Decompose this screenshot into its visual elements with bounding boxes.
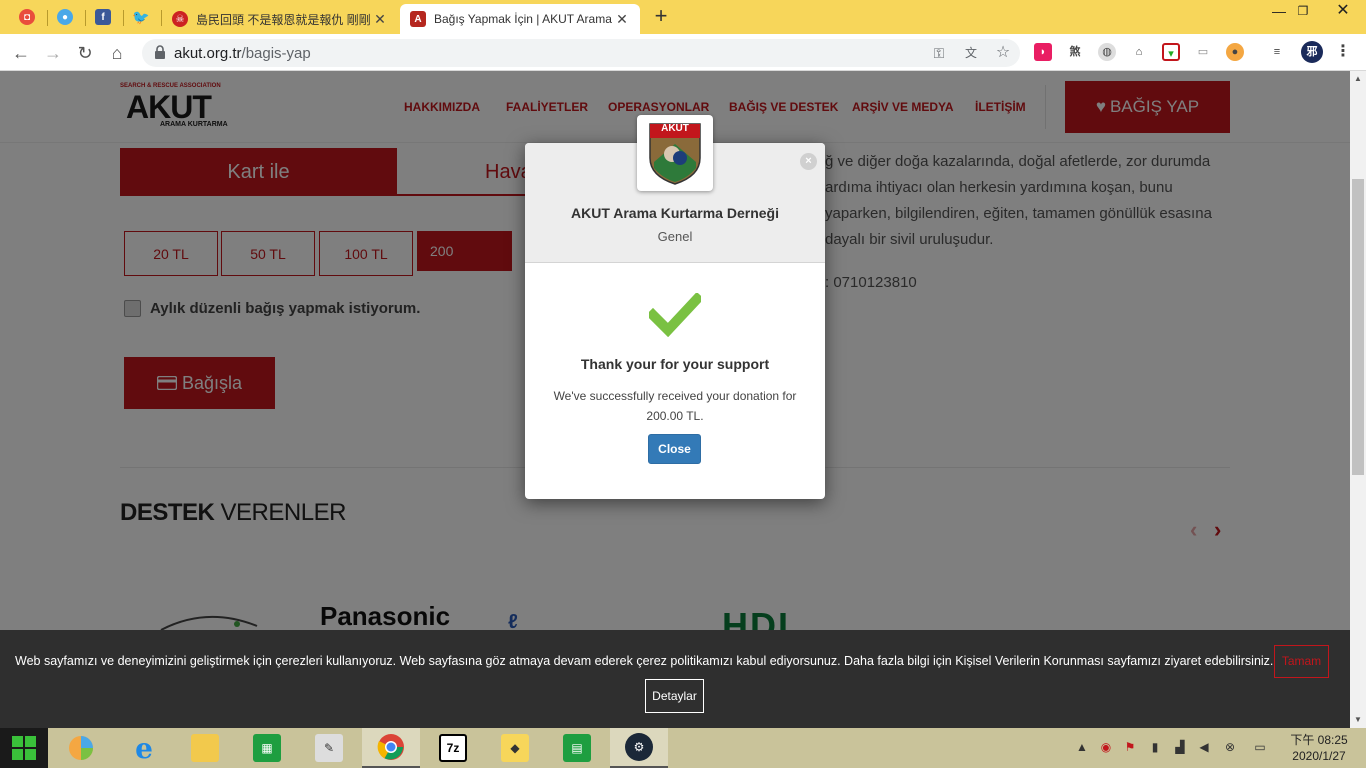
taskbar-app-colorful[interactable] (52, 728, 110, 768)
media-icon[interactable]: ≡ (1268, 43, 1286, 61)
building-icon[interactable]: ⌂ (1130, 43, 1148, 61)
windows-taskbar: e ▦ ✎ 7z ◆ ▤ ⚙ ▲ ◉ ⚑ ▮ ▟ ◀ ⊗ ▭ 下午 08:25 … (0, 728, 1366, 768)
pocket-icon[interactable]: ◗ (1034, 43, 1052, 61)
org-name: AKUT Arama Kurtarma Derneği (571, 205, 779, 221)
taskbar-chrome[interactable] (362, 728, 420, 768)
colorful-app-icon (67, 734, 95, 762)
tab-akut[interactable]: A Bağış Yapmak İçin | AKUT Arama ✕ (400, 4, 640, 34)
donation-success-modal: AKUT × AKUT Arama Kurtarma Derneği Genel… (525, 115, 825, 499)
taskbar-calculator[interactable]: ▤ (548, 728, 606, 768)
reload-icon[interactable]: ↻ (72, 40, 98, 66)
taskbar-internet-explorer[interactable]: e (115, 728, 173, 768)
steam-icon: ⚙ (625, 733, 653, 761)
star-icon[interactable]: ☆ (994, 44, 1012, 62)
calculator-icon: ▤ (563, 734, 591, 762)
7zip-icon: 7z (439, 734, 467, 762)
translate-icon[interactable]: 文 (962, 44, 980, 62)
taskbar-file-explorer[interactable] (176, 728, 234, 768)
scroll-down-icon[interactable]: ▼ (1350, 712, 1366, 728)
url-text: akut.org.tr/bagis-yap (174, 45, 311, 62)
donation-category: Genel (657, 229, 693, 244)
back-arrow-icon[interactable]: ← (8, 40, 34, 66)
tray-network-icon[interactable]: ▟ (1172, 740, 1188, 754)
store-icon: ▦ (253, 734, 281, 762)
color-ext-icon[interactable]: ● (1226, 43, 1244, 61)
tray-volume-icon[interactable]: ◀ (1196, 740, 1212, 754)
taskbar-steam[interactable]: ⚙ (610, 728, 668, 768)
modal-header: AKUT × AKUT Arama Kurtarma Derneği Genel (525, 115, 825, 263)
url-path: /bagis-yap (241, 45, 311, 62)
tray-flag-icon[interactable]: ⚑ (1122, 740, 1138, 754)
pirate-icon: ☠ (172, 11, 188, 27)
scroll-up-icon[interactable]: ▲ (1350, 71, 1366, 87)
browser-toolbar: ← → ↻ ⌂ akut.org.tr/bagis-yap ⚿ 文 ☆ ◗ 煞 … (0, 34, 1366, 71)
page-scrollbar[interactable]: ▲ ▼ (1350, 71, 1366, 728)
org-logo: AKUT (637, 115, 713, 191)
forward-arrow-icon[interactable]: → (40, 40, 66, 66)
tray-security-icon[interactable]: ◉ (1098, 740, 1114, 754)
taskbar-7zip[interactable]: 7z (424, 728, 482, 768)
key-icon[interactable]: ⚿ (930, 44, 948, 62)
shield-ext-icon[interactable]: ▾ (1162, 43, 1180, 61)
avatar[interactable]: 邪 (1301, 41, 1323, 63)
yellow-app-icon: ◆ (501, 734, 529, 762)
clock-time: 下午 08:25 (1290, 733, 1348, 747)
checkmark-icon (649, 293, 701, 337)
tray-battery-icon[interactable]: ▮ (1147, 740, 1163, 754)
tab-close-icon[interactable]: ✕ (372, 11, 388, 28)
url-host: akut.org.tr (174, 45, 242, 62)
modal-close-icon[interactable]: × (800, 153, 817, 170)
tray-ime-icon[interactable]: ▭ (1252, 740, 1268, 754)
globe-icon[interactable]: ◍ (1098, 43, 1116, 61)
tool-app-icon: ✎ (315, 734, 343, 762)
cookie-text: Web sayfamızı ve deneyimizini geliştirme… (15, 654, 1274, 668)
tray-mute-icon[interactable]: ⊗ (1222, 740, 1238, 754)
taskbar-app-tool[interactable]: ✎ (300, 728, 358, 768)
shield-text: AKUT (661, 123, 689, 134)
cookie-banner: Web sayfamızı ve deneyimizini geliştirme… (0, 630, 1350, 728)
menu-dots-icon[interactable]: ⋮ (1334, 43, 1352, 61)
donation-received-text: We've successfully received your donatio… (553, 389, 797, 423)
window-close-icon[interactable]: ✕ (1320, 0, 1366, 26)
scroll-thumb[interactable] (1352, 179, 1364, 475)
tab-close-icon[interactable]: ✕ (614, 11, 630, 28)
tab-strip: ◘ ● f 🐦 ☠ 島民回頭 不是報恩就是報仇 剛剛 ✕ A Bağış Yap… (0, 0, 1366, 34)
tray-expand-icon[interactable]: ▲ (1074, 740, 1090, 754)
thanks-heading: Thank your for your support (580, 356, 770, 372)
home-icon[interactable]: ⌂ (104, 40, 130, 66)
lock-icon (155, 45, 165, 59)
facebook-icon: f (95, 9, 111, 25)
page-icon: ◘ (19, 9, 35, 25)
akut-icon: A (410, 11, 426, 27)
tab-pinned-facebook[interactable]: f (86, 4, 120, 30)
clock-date: 2020/1/27 (1292, 749, 1346, 763)
tab-pinned-twitter[interactable]: 🐦 (124, 4, 158, 30)
folder-icon (191, 734, 219, 762)
chrome-icon (377, 733, 405, 761)
tab-pinned-2[interactable]: ● (48, 4, 82, 30)
twitter-icon: 🐦 (132, 8, 150, 25)
taskbar-app-yellow[interactable]: ◆ (486, 728, 544, 768)
drop-icon: ● (57, 9, 73, 25)
tab-pirate[interactable]: ☠ 島民回頭 不是報恩就是報仇 剛剛 ✕ (162, 4, 398, 34)
address-bar[interactable]: akut.org.tr/bagis-yap ⚿ 文 ☆ (142, 39, 1020, 67)
card-icon[interactable]: ▭ (1194, 43, 1212, 61)
kanji-extension-icon[interactable]: 煞 (1066, 43, 1084, 61)
tab-pinned-1[interactable]: ◘ (10, 4, 44, 30)
start-button[interactable] (0, 728, 48, 768)
cookie-details-button[interactable]: Detaylar (645, 679, 704, 713)
taskbar-store[interactable]: ▦ (238, 728, 296, 768)
system-clock[interactable]: 下午 08:25 2020/1/27 (1284, 732, 1354, 764)
internet-explorer-icon: e (135, 731, 153, 765)
cookie-accept-button[interactable]: Tamam (1274, 645, 1329, 678)
windows-logo-icon (12, 736, 36, 760)
tab-title: Bağış Yapmak İçin | AKUT Arama (434, 12, 612, 26)
close-button[interactable]: Close (648, 434, 701, 464)
tab-title: 島民回頭 不是報恩就是報仇 剛剛 (196, 12, 371, 27)
new-tab-button[interactable]: + (648, 5, 674, 29)
